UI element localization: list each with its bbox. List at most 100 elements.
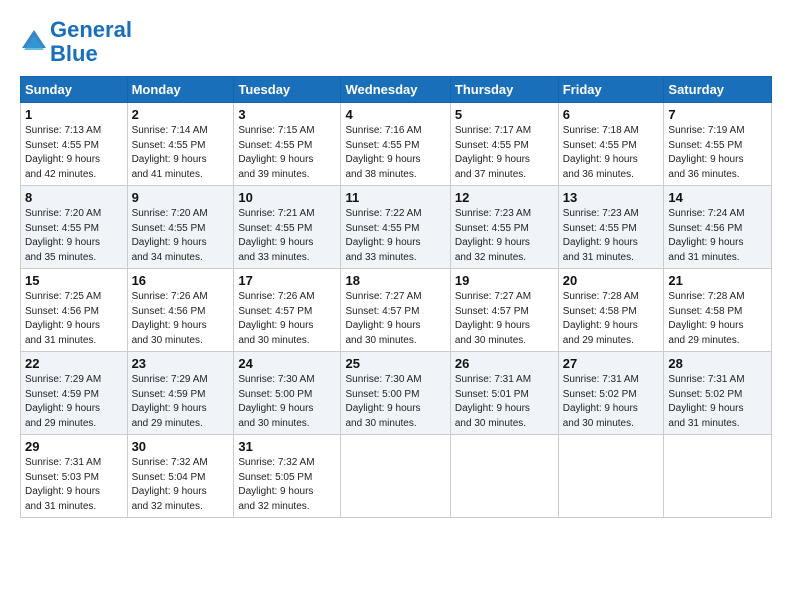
day-info: Sunrise: 7:28 AM Sunset: 4:58 PM Dayligh… bbox=[563, 290, 660, 348]
calendar-table: SundayMondayTuesdayWednesdayThursdayFrid… bbox=[20, 76, 772, 518]
day-number: 14 bbox=[668, 190, 767, 205]
calendar-cell: 29 Sunrise: 7:31 AM Sunset: 5:03 PM Dayli… bbox=[21, 435, 128, 518]
day-info: Sunrise: 7:17 AM Sunset: 4:55 PM Dayligh… bbox=[455, 124, 554, 182]
day-info: Sunrise: 7:16 AM Sunset: 4:55 PM Dayligh… bbox=[345, 124, 445, 182]
header: General Blue bbox=[20, 18, 772, 66]
day-info: Sunrise: 7:30 AM Sunset: 5:00 PM Dayligh… bbox=[238, 373, 336, 431]
calendar-cell: 4Sunrise: 7:16 AM Sunset: 4:55 PM Daylig… bbox=[341, 103, 450, 186]
day-info: Sunrise: 7:31 AM Sunset: 5:02 PM Dayligh… bbox=[668, 373, 767, 431]
calendar-cell: 9Sunrise: 7:20 AM Sunset: 4:55 PM Daylig… bbox=[127, 186, 234, 269]
calendar-cell: 2 Sunrise: 7:14 AM Sunset: 4:55 PM Daylig… bbox=[127, 103, 234, 186]
day-number: 11 bbox=[345, 190, 445, 205]
day-number: 19 bbox=[455, 273, 554, 288]
calendar-cell: 30 Sunrise: 7:32 AM Sunset: 5:04 PM Dayli… bbox=[127, 435, 234, 518]
day-number: 8 bbox=[25, 190, 123, 205]
calendar-cell: 28 Sunrise: 7:31 AM Sunset: 5:02 PM Dayli… bbox=[664, 352, 772, 435]
calendar-cell: 1 Sunrise: 7:13 AM Sunset: 4:55 PM Daylig… bbox=[21, 103, 128, 186]
weekday-header: Sunday bbox=[21, 77, 128, 103]
day-info: Sunrise: 7:23 AM Sunset: 4:55 PM Dayligh… bbox=[563, 207, 660, 265]
day-number: 24 bbox=[238, 356, 336, 371]
day-number: 9 bbox=[132, 190, 230, 205]
weekday-header: Wednesday bbox=[341, 77, 450, 103]
day-number: 26 bbox=[455, 356, 554, 371]
calendar-cell: 23 Sunrise: 7:29 AM Sunset: 4:59 PM Dayli… bbox=[127, 352, 234, 435]
day-info: Sunrise: 7:19 AM Sunset: 4:55 PM Dayligh… bbox=[668, 124, 767, 182]
calendar-cell bbox=[558, 435, 664, 518]
day-info: Sunrise: 7:29 AM Sunset: 4:59 PM Dayligh… bbox=[132, 373, 230, 431]
day-number: 20 bbox=[563, 273, 660, 288]
calendar-cell: 12 Sunrise: 7:23 AM Sunset: 4:55 PM Dayli… bbox=[450, 186, 558, 269]
calendar-week-row: 29 Sunrise: 7:31 AM Sunset: 5:03 PM Dayli… bbox=[21, 435, 772, 518]
calendar-cell: 8 Sunrise: 7:20 AM Sunset: 4:55 PM Daylig… bbox=[21, 186, 128, 269]
calendar-cell: 15 Sunrise: 7:25 AM Sunset: 4:56 PM Dayli… bbox=[21, 269, 128, 352]
day-number: 13 bbox=[563, 190, 660, 205]
day-info: Sunrise: 7:14 AM Sunset: 4:55 PM Dayligh… bbox=[132, 124, 230, 182]
day-number: 17 bbox=[238, 273, 336, 288]
calendar-cell: 6Sunrise: 7:18 AM Sunset: 4:55 PM Daylig… bbox=[558, 103, 664, 186]
calendar-cell: 20 Sunrise: 7:28 AM Sunset: 4:58 PM Dayli… bbox=[558, 269, 664, 352]
day-number: 5 bbox=[455, 107, 554, 122]
day-number: 28 bbox=[668, 356, 767, 371]
day-number: 16 bbox=[132, 273, 230, 288]
day-info: Sunrise: 7:25 AM Sunset: 4:56 PM Dayligh… bbox=[25, 290, 123, 348]
day-number: 6 bbox=[563, 107, 660, 122]
day-number: 23 bbox=[132, 356, 230, 371]
day-info: Sunrise: 7:15 AM Sunset: 4:55 PM Dayligh… bbox=[238, 124, 336, 182]
calendar-cell: 19 Sunrise: 7:27 AM Sunset: 4:57 PM Dayli… bbox=[450, 269, 558, 352]
calendar-cell: 27 Sunrise: 7:31 AM Sunset: 5:02 PM Dayli… bbox=[558, 352, 664, 435]
calendar-week-row: 22 Sunrise: 7:29 AM Sunset: 4:59 PM Dayli… bbox=[21, 352, 772, 435]
day-number: 2 bbox=[132, 107, 230, 122]
day-number: 1 bbox=[25, 107, 123, 122]
day-number: 27 bbox=[563, 356, 660, 371]
day-info: Sunrise: 7:13 AM Sunset: 4:55 PM Dayligh… bbox=[25, 124, 123, 182]
day-info: Sunrise: 7:27 AM Sunset: 4:57 PM Dayligh… bbox=[345, 290, 445, 348]
day-info: Sunrise: 7:32 AM Sunset: 5:04 PM Dayligh… bbox=[132, 456, 230, 514]
calendar-cell: 17 Sunrise: 7:26 AM Sunset: 4:57 PM Dayli… bbox=[234, 269, 341, 352]
calendar-cell: 25 Sunrise: 7:30 AM Sunset: 5:00 PM Dayli… bbox=[341, 352, 450, 435]
day-info: Sunrise: 7:23 AM Sunset: 4:55 PM Dayligh… bbox=[455, 207, 554, 265]
day-number: 12 bbox=[455, 190, 554, 205]
logo-icon bbox=[20, 28, 48, 56]
day-number: 7 bbox=[668, 107, 767, 122]
calendar-cell: 3Sunrise: 7:15 AM Sunset: 4:55 PM Daylig… bbox=[234, 103, 341, 186]
day-number: 30 bbox=[132, 439, 230, 454]
day-info: Sunrise: 7:30 AM Sunset: 5:00 PM Dayligh… bbox=[345, 373, 445, 431]
calendar-cell bbox=[341, 435, 450, 518]
calendar-cell: 10 Sunrise: 7:21 AM Sunset: 4:55 PM Dayli… bbox=[234, 186, 341, 269]
weekday-header: Friday bbox=[558, 77, 664, 103]
calendar-cell: 24 Sunrise: 7:30 AM Sunset: 5:00 PM Dayli… bbox=[234, 352, 341, 435]
day-info: Sunrise: 7:31 AM Sunset: 5:03 PM Dayligh… bbox=[25, 456, 123, 514]
calendar-cell bbox=[450, 435, 558, 518]
day-number: 10 bbox=[238, 190, 336, 205]
day-info: Sunrise: 7:32 AM Sunset: 5:05 PM Dayligh… bbox=[238, 456, 336, 514]
day-number: 31 bbox=[238, 439, 336, 454]
calendar-cell: 21 Sunrise: 7:28 AM Sunset: 4:58 PM Dayli… bbox=[664, 269, 772, 352]
day-info: Sunrise: 7:21 AM Sunset: 4:55 PM Dayligh… bbox=[238, 207, 336, 265]
day-info: Sunrise: 7:20 AM Sunset: 4:55 PM Dayligh… bbox=[25, 207, 123, 265]
day-number: 21 bbox=[668, 273, 767, 288]
calendar-header-row: SundayMondayTuesdayWednesdayThursdayFrid… bbox=[21, 77, 772, 103]
day-info: Sunrise: 7:26 AM Sunset: 4:57 PM Dayligh… bbox=[238, 290, 336, 348]
day-number: 25 bbox=[345, 356, 445, 371]
day-info: Sunrise: 7:24 AM Sunset: 4:56 PM Dayligh… bbox=[668, 207, 767, 265]
calendar-week-row: 8 Sunrise: 7:20 AM Sunset: 4:55 PM Daylig… bbox=[21, 186, 772, 269]
day-info: Sunrise: 7:28 AM Sunset: 4:58 PM Dayligh… bbox=[668, 290, 767, 348]
calendar-cell: 18Sunrise: 7:27 AM Sunset: 4:57 PM Dayli… bbox=[341, 269, 450, 352]
logo-text-line2: Blue bbox=[50, 42, 132, 66]
logo: General Blue bbox=[20, 18, 132, 66]
logo-text-line1: General bbox=[50, 18, 132, 42]
day-number: 29 bbox=[25, 439, 123, 454]
calendar-cell bbox=[664, 435, 772, 518]
day-number: 15 bbox=[25, 273, 123, 288]
calendar-week-row: 1 Sunrise: 7:13 AM Sunset: 4:55 PM Daylig… bbox=[21, 103, 772, 186]
calendar-cell: 31 Sunrise: 7:32 AM Sunset: 5:05 PM Dayli… bbox=[234, 435, 341, 518]
weekday-header: Thursday bbox=[450, 77, 558, 103]
calendar-cell: 22 Sunrise: 7:29 AM Sunset: 4:59 PM Dayli… bbox=[21, 352, 128, 435]
day-info: Sunrise: 7:27 AM Sunset: 4:57 PM Dayligh… bbox=[455, 290, 554, 348]
weekday-header: Tuesday bbox=[234, 77, 341, 103]
calendar-cell: 16Sunrise: 7:26 AM Sunset: 4:56 PM Dayli… bbox=[127, 269, 234, 352]
day-info: Sunrise: 7:31 AM Sunset: 5:02 PM Dayligh… bbox=[563, 373, 660, 431]
day-info: Sunrise: 7:29 AM Sunset: 4:59 PM Dayligh… bbox=[25, 373, 123, 431]
day-number: 22 bbox=[25, 356, 123, 371]
page: General Blue SundayMondayTuesdayWednesda… bbox=[0, 0, 792, 612]
